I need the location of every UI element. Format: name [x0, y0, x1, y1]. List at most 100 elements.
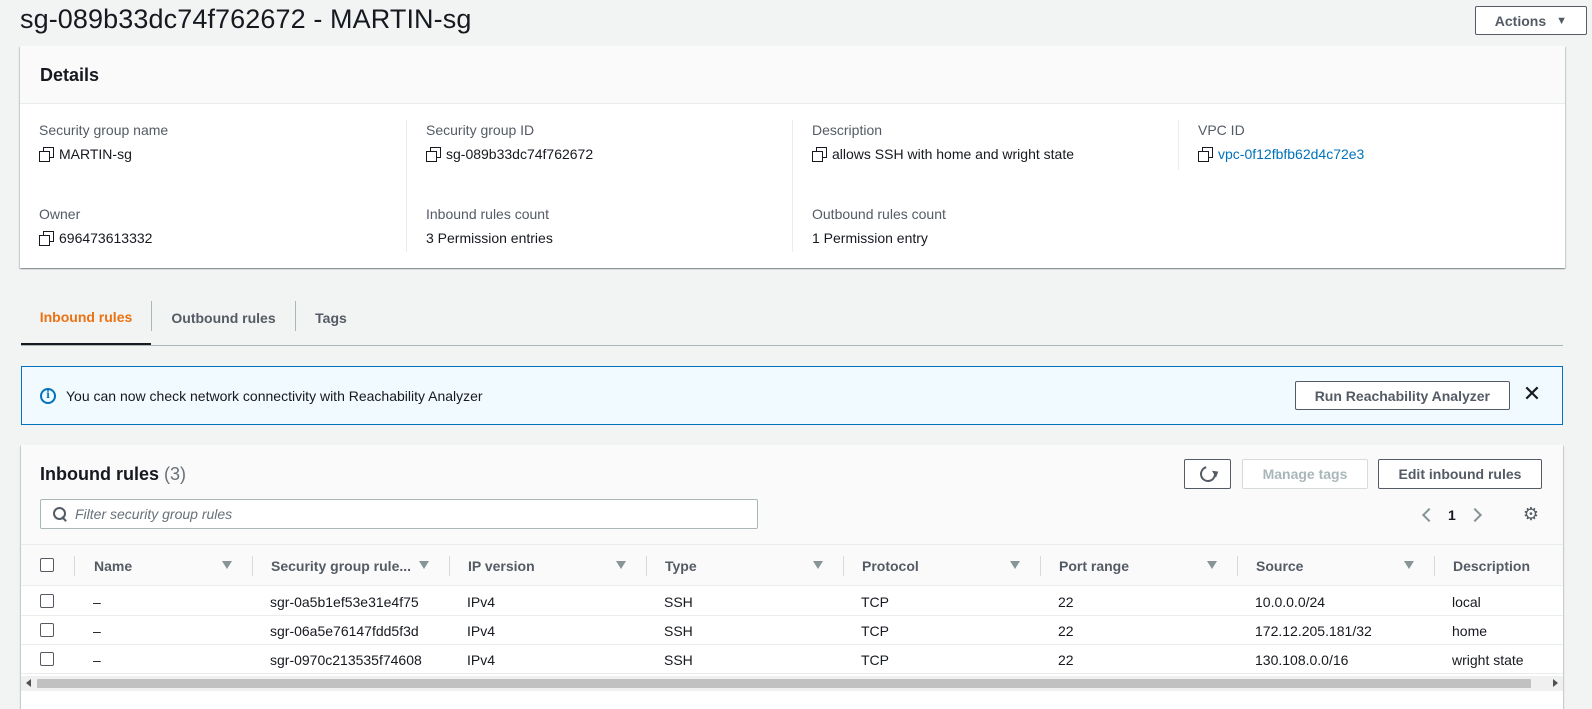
column-divider: [74, 556, 75, 576]
table-header-row: Name Security group rule... IP version T…: [21, 544, 1563, 586]
actions-button[interactable]: Actions ▼: [1474, 6, 1587, 35]
vpc-id-link[interactable]: vpc-0f12fbfb62d4c72e3: [1218, 146, 1364, 162]
gear-icon[interactable]: ⚙: [1522, 505, 1540, 523]
row-checkbox[interactable]: [40, 652, 54, 666]
column-label: Port range: [1059, 558, 1130, 574]
reachability-flash: i You can now check network connectivity…: [21, 366, 1563, 425]
row-checkbox[interactable]: [40, 623, 54, 637]
info-icon: i: [40, 387, 56, 404]
scroll-right-icon[interactable]: [1553, 679, 1558, 687]
row-checkbox[interactable]: [40, 594, 54, 608]
column-label: Source: [1256, 558, 1304, 574]
sort-icon[interactable]: [222, 561, 232, 569]
sort-icon[interactable]: [419, 561, 429, 569]
column-header-source[interactable]: Source: [1256, 545, 1303, 587]
run-reachability-analyzer-button[interactable]: Run Reachability Analyzer: [1294, 381, 1510, 410]
cell-ip-version: IPv4: [467, 651, 496, 668]
column-divider: [646, 556, 647, 576]
scrollbar-thumb[interactable]: [37, 679, 1531, 688]
field-label: Description: [812, 122, 883, 138]
sort-icon[interactable]: [1207, 561, 1217, 569]
sort-icon[interactable]: [1404, 561, 1414, 569]
field-label: VPC ID: [1198, 122, 1245, 138]
column-header-rule-id[interactable]: Security group rule...: [271, 545, 411, 587]
column-label: Protocol: [862, 558, 919, 574]
cell-port-range: 22: [1058, 593, 1074, 610]
actions-label: Actions: [1494, 12, 1547, 29]
cell-ip-version: IPv4: [467, 593, 496, 610]
field-label: Security group name: [39, 122, 169, 138]
inbound-rules-panel: Inbound rules (3) Manage tags Edit inbou…: [21, 445, 1563, 709]
column-label: Type: [665, 558, 697, 574]
field-label: Owner: [39, 206, 81, 222]
column-header-protocol[interactable]: Protocol: [862, 545, 919, 587]
field-label: Outbound rules count: [812, 206, 946, 222]
field-outbound-count: Outbound rules count 1 Permission entry: [812, 206, 946, 246]
copy-icon[interactable]: [1198, 147, 1213, 162]
column-divider: [1237, 556, 1238, 576]
column-divider: [843, 556, 844, 576]
page-number[interactable]: 1: [1448, 507, 1456, 523]
table-row[interactable]: – sgr-0a5b1ef53e31e4f75 IPv4 SSH TCP 22 …: [21, 587, 1563, 616]
column-header-type[interactable]: Type: [665, 545, 697, 587]
tab-outbound-rules[interactable]: Outbound rules: [152, 290, 295, 345]
field-sg-id: Security group ID sg-089b33dc74f762672: [426, 122, 593, 162]
horizontal-scrollbar[interactable]: [21, 676, 1563, 691]
chevron-right-icon[interactable]: [1467, 507, 1482, 523]
table-row[interactable]: – sgr-0970c213535f74608 IPv4 SSH TCP 22 …: [21, 645, 1563, 674]
select-all-checkbox[interactable]: [40, 558, 54, 572]
cell-source: 172.12.205.181/32: [1255, 622, 1372, 639]
field-inbound-count: Inbound rules count 3 Permission entries: [426, 206, 553, 246]
filter-input[interactable]: [75, 506, 735, 522]
sort-icon[interactable]: [1010, 561, 1020, 569]
column-label: Security group rule...: [271, 558, 412, 574]
filter-box: [40, 499, 758, 529]
cell-description: wright state: [1452, 651, 1524, 668]
cell-name: –: [93, 593, 101, 610]
field-value: 696473613332: [39, 230, 152, 246]
column-header-ip-version[interactable]: IP version: [468, 545, 535, 587]
column-divider: [1434, 556, 1435, 576]
edit-inbound-rules-button[interactable]: Edit inbound rules: [1378, 459, 1542, 489]
close-icon[interactable]: ✕: [1522, 383, 1542, 405]
column-divider: [1178, 120, 1179, 170]
copy-icon[interactable]: [39, 231, 54, 246]
flash-message: You can now check network connectivity w…: [66, 387, 483, 404]
description-value: allows SSH with home and wright state: [832, 146, 1074, 162]
security-group-page: sg-089b33dc74f762672 - MARTIN-sg Actions…: [0, 0, 1592, 709]
column-label: Name: [94, 558, 133, 574]
field-label: Security group ID: [426, 122, 535, 138]
chevron-left-icon[interactable]: [1421, 507, 1437, 523]
cell-name: –: [93, 622, 101, 639]
field-sg-name: Security group name MARTIN-sg: [39, 122, 168, 162]
manage-tags-button[interactable]: Manage tags: [1242, 459, 1368, 489]
column-divider: [252, 556, 253, 576]
tab-tags[interactable]: Tags: [296, 290, 366, 345]
cell-type: SSH: [664, 651, 693, 668]
cell-name: –: [93, 651, 101, 668]
cell-description: local: [1452, 593, 1481, 610]
sort-icon[interactable]: [813, 561, 823, 569]
column-divider: [449, 556, 450, 576]
refresh-icon: [1196, 463, 1219, 485]
table-header-area: Inbound rules (3) Manage tags Edit inbou…: [21, 445, 1563, 544]
column-header-port-range[interactable]: Port range: [1059, 545, 1129, 587]
refresh-button[interactable]: [1184, 459, 1231, 489]
field-label: Inbound rules count: [426, 206, 549, 222]
page-header: sg-089b33dc74f762672 - MARTIN-sg Actions…: [20, 0, 1592, 46]
cell-ip-version: IPv4: [467, 622, 496, 639]
column-header-description[interactable]: Description: [1453, 545, 1530, 587]
tabs: Inbound rules Outbound rules Tags: [21, 290, 1563, 346]
copy-icon[interactable]: [426, 147, 441, 162]
field-value: 3 Permission entries: [426, 230, 553, 246]
tab-inbound-rules[interactable]: Inbound rules: [21, 290, 151, 345]
copy-icon[interactable]: [39, 147, 54, 162]
copy-icon[interactable]: [812, 147, 827, 162]
details-panel: Details Security group name MARTIN-sg Se…: [20, 46, 1565, 268]
table-row[interactable]: – sgr-06a5e76147fdd5f3d IPv4 SSH TCP 22 …: [21, 616, 1563, 645]
scroll-left-icon[interactable]: [26, 679, 31, 687]
cell-description: home: [1452, 622, 1488, 639]
column-header-name[interactable]: Name: [94, 545, 132, 587]
sort-icon[interactable]: [616, 561, 626, 569]
field-vpc-id: VPC ID vpc-0f12fbfb62d4c72e3: [1198, 122, 1364, 162]
